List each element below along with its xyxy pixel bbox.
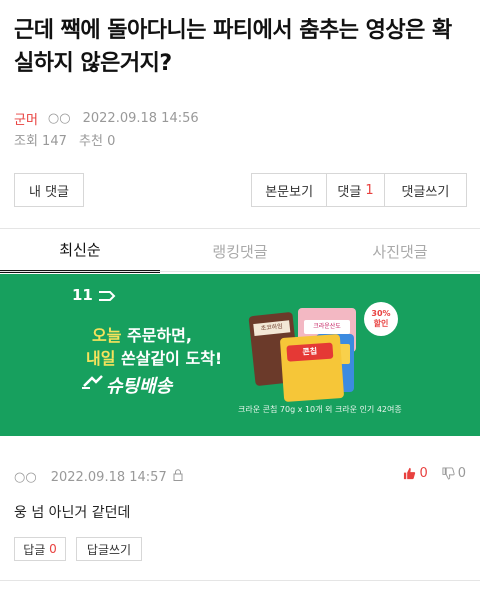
downvote-button[interactable]: 0	[442, 466, 466, 481]
post-title: 근데 짹에 돌아다니는 파티에서 춤추는 영상은 확실하지 않은거지?	[14, 18, 452, 76]
banner-line2: 내일 쏜살같이 도착!	[86, 349, 223, 368]
tab-photo[interactable]: 사진댓글	[320, 229, 480, 273]
post-meta: 군머 ○○ 2022.09.18 14:56	[14, 109, 199, 128]
comment-meta: ○○ 2022.09.18 14:57	[14, 469, 183, 485]
like-count: 추천 0	[79, 134, 116, 149]
comment-author: ○○	[14, 469, 37, 485]
divider	[0, 271, 480, 272]
upvote-count: 0	[419, 466, 428, 481]
comments-label: 댓글	[337, 184, 362, 200]
write-comment-button[interactable]: 댓글쓰기	[385, 174, 466, 206]
ad-banner[interactable]: 11 오늘 주문하면, 내일 쏜살같이 도착! 슈팅배송 크라운산도 초코하임 …	[0, 274, 480, 436]
downvote-count: 0	[457, 466, 466, 481]
comment-text: 웅 넘 아닌거 같던데	[14, 505, 131, 521]
shooting-icon	[82, 375, 103, 389]
thumbs-up-icon	[404, 467, 416, 480]
sale-badge: 30% 할인	[364, 302, 398, 336]
divider	[0, 580, 480, 581]
upvote-button[interactable]: 0	[403, 466, 428, 481]
post-author[interactable]: 군머	[14, 109, 38, 128]
tab-latest[interactable]: 최신순	[0, 229, 160, 273]
view-count: 조회 147	[14, 134, 67, 149]
comment-date: 2022.09.18 14:57	[50, 469, 167, 485]
comments-count: 1	[365, 182, 374, 198]
banner-line1: 오늘 주문하면,	[92, 326, 192, 345]
body-view-button[interactable]: 본문보기	[252, 174, 328, 206]
post-stats: 조회 147 추천 0	[14, 130, 123, 149]
thumbs-down-icon	[442, 467, 455, 480]
banner-brand: 슈팅배송	[106, 376, 173, 397]
reply-label: 답글	[23, 542, 46, 557]
comment-sort-tabs: 최신순 랭킹댓글 사진댓글	[0, 229, 480, 273]
reply-count: 0	[49, 542, 57, 556]
post-date: 2022.09.18 14:56	[82, 111, 199, 126]
comments-button[interactable]: 댓글 1	[327, 174, 385, 206]
11st-logo: 11	[72, 286, 116, 304]
comment-votes: 0 0	[403, 466, 466, 481]
lock-icon[interactable]	[173, 469, 183, 485]
banner-caption: 크라운 콘칩 70g x 10개 외 크라운 인기 42여종	[238, 405, 402, 414]
post-author-ip: ○○	[47, 111, 71, 126]
post-actions-group: 본문보기 댓글 1 댓글쓰기	[251, 173, 467, 207]
my-comments-button[interactable]: 내 댓글	[14, 173, 84, 207]
tab-ranking[interactable]: 랭킹댓글	[160, 229, 320, 273]
write-reply-button[interactable]: 답글쓰기	[76, 537, 142, 561]
reply-button[interactable]: 답글 0	[14, 537, 66, 561]
product-image: 콘칩	[279, 333, 345, 403]
